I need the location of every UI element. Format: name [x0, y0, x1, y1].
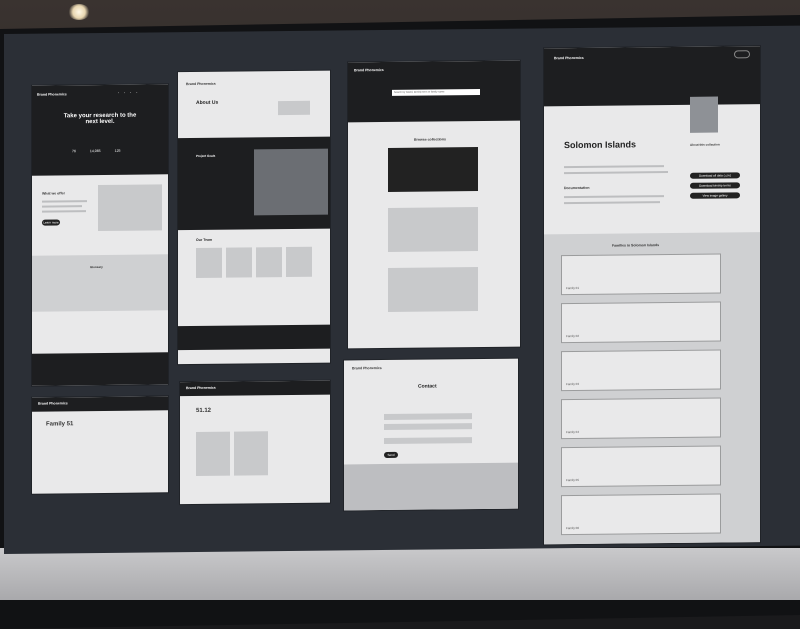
team-title: Our Team	[196, 237, 213, 242]
search-input[interactable]: Search by island, kinship term or family…	[392, 89, 480, 96]
artboard-contact[interactable]: Brand Phonemics Contact Send	[344, 358, 518, 511]
stat-3: 125	[114, 148, 121, 153]
family-label: Family 03	[566, 381, 580, 387]
family-card-5[interactable]: Family 05	[562, 446, 720, 487]
monitor-chin	[0, 548, 800, 600]
family-label: Family 02	[566, 333, 580, 339]
artboard-island[interactable]: Brand Phonemics Solomon Islands Document…	[544, 46, 760, 545]
contact-field-1[interactable]	[384, 413, 472, 421]
artboard-home[interactable]: Brand Phonemics • • • • Take your research …	[32, 84, 168, 386]
family-card-4[interactable]: Family 04	[562, 398, 720, 439]
team-photo-3	[256, 247, 282, 278]
download-terms-button[interactable]: Download kinship terms	[690, 182, 740, 189]
text-line	[42, 205, 82, 208]
contact-field-2[interactable]	[384, 423, 472, 431]
text-line	[564, 171, 668, 175]
map-placeholder	[344, 462, 518, 511]
families-section: Families in Solomon Islands Family 01 Fa…	[544, 232, 760, 545]
about-title: About Us	[196, 99, 219, 106]
family-label: Family 04	[566, 429, 580, 435]
project-image	[254, 148, 328, 216]
text-line	[42, 200, 87, 203]
text-line	[564, 201, 660, 205]
family-label: Family 01	[566, 285, 580, 291]
home-hero-title: Take your research to the next level.	[63, 112, 137, 126]
family-card-2[interactable]: Family 02	[562, 302, 720, 343]
browse-logo[interactable]: Brand Phonemics	[354, 68, 384, 72]
family-card-3[interactable]: Family 03	[562, 350, 720, 391]
detail-title: 51.12	[196, 407, 212, 414]
browse-section-title: Browse collections	[414, 137, 446, 142]
home-hero: Brand Phonemics • • • • Take your research …	[32, 84, 168, 176]
contact-field-3[interactable]	[384, 437, 472, 445]
collection-card-1[interactable]	[388, 147, 478, 192]
contact-title: Contact	[418, 383, 437, 390]
text-line	[42, 210, 86, 213]
detail-image-1	[196, 431, 230, 476]
team-photo-4	[286, 246, 312, 278]
team-photo-2	[226, 247, 252, 278]
ceiling-light	[68, 4, 90, 20]
home-nav[interactable]: • • • •	[118, 91, 137, 95]
sidebar-title: About this collection	[690, 142, 720, 147]
family-header: Brand Phonemics	[32, 396, 168, 412]
island-logo[interactable]: Brand Phonemics	[554, 56, 584, 60]
text-line	[564, 195, 664, 199]
image-placeholder	[98, 184, 162, 232]
design-canvas: Brand Phonemics • • • • Take your research …	[4, 25, 800, 555]
glossary-title: Glossary	[90, 264, 103, 270]
island-header: Brand Phonemics	[544, 46, 760, 107]
map-pin-card	[690, 96, 718, 133]
artboard-family[interactable]: Brand Phonemics Family 51	[32, 396, 168, 494]
login-button[interactable]	[734, 50, 750, 59]
family-logo[interactable]: Brand Phonemics	[38, 401, 68, 405]
text-line	[564, 165, 664, 169]
family-card-1[interactable]: Family 01	[562, 254, 720, 295]
home-footer	[32, 352, 168, 386]
families-title: Families in Solomon Islands	[612, 243, 660, 248]
project-title: Project Goals	[196, 153, 216, 158]
about-image	[278, 100, 310, 116]
stat-1: 76	[72, 149, 76, 154]
family-title: Family 51	[46, 421, 74, 428]
download-csv-button[interactable]: Download all data (.csv)	[690, 172, 740, 179]
stat-2: 14,065	[89, 148, 101, 154]
project-section: Project Goals	[178, 136, 330, 231]
artboard-browse[interactable]: Brand Phonemics Search by island, kinshi…	[348, 60, 520, 349]
family-label: Family 06	[566, 525, 580, 531]
browse-header: Brand Phonemics Search by island, kinshi…	[348, 60, 520, 123]
view-gallery-button[interactable]: View image gallery	[690, 192, 740, 199]
home-stats: 76 14,065 125	[72, 149, 120, 154]
doc-heading: Documentation	[564, 185, 590, 191]
send-button[interactable]: Send	[384, 451, 398, 459]
family-label: Family 05	[566, 477, 580, 483]
home-section-title: What we offer	[42, 191, 65, 196]
detail-logo[interactable]: Brand Phonemics	[186, 386, 216, 390]
learn-more-button[interactable]: Learn more	[42, 219, 60, 226]
home-logo[interactable]: Brand Phonemics	[37, 92, 67, 96]
collection-card-3[interactable]	[388, 267, 478, 312]
apple-logo-icon	[315, 566, 343, 596]
team-photo-1	[196, 247, 222, 278]
island-title: Solomon Islands	[564, 139, 637, 151]
collection-card-2[interactable]	[388, 207, 478, 252]
detail-image-2	[234, 431, 268, 476]
contact-logo[interactable]: Brand Phonemics	[352, 366, 382, 370]
glossary-section: Glossary	[32, 254, 168, 312]
about-logo[interactable]: Brand Phonemics	[186, 82, 216, 86]
artboard-detail[interactable]: Brand Phonemics 51.12	[180, 380, 330, 505]
artboard-about[interactable]: Brand Phonemics About Us Project Goals O…	[178, 70, 330, 365]
about-footer	[178, 324, 330, 351]
detail-header: Brand Phonemics	[180, 380, 330, 397]
family-card-6[interactable]: Family 06	[562, 494, 720, 535]
